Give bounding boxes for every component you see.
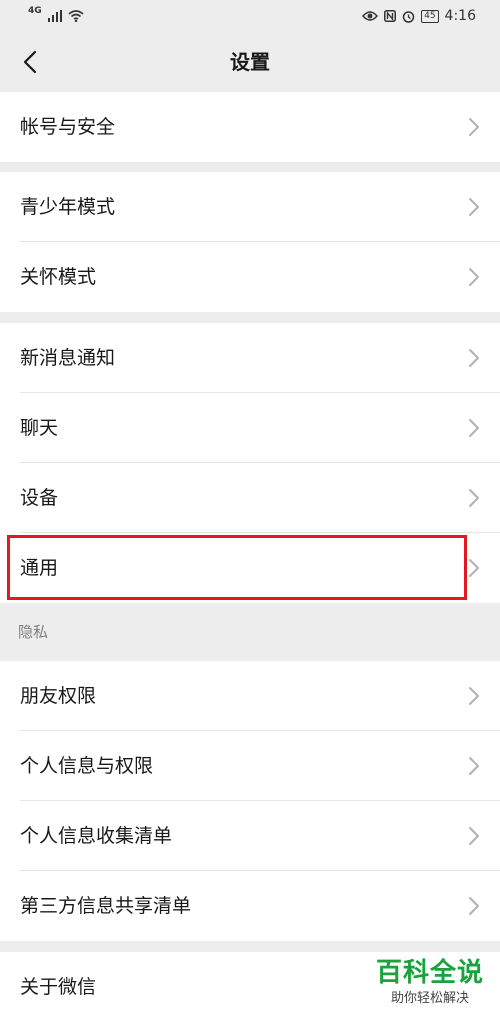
battery-icon: 45: [421, 9, 439, 23]
watermark-title: 百科全说: [375, 958, 484, 988]
nfc-icon: [384, 10, 397, 22]
chevron-right-icon: [469, 827, 479, 845]
wifi-icon: [68, 10, 84, 22]
chevron-right-icon: [469, 757, 479, 775]
status-time: 4:16: [444, 8, 476, 24]
section-header-privacy: 隐私: [0, 603, 500, 661]
settings-item-devices[interactable]: 设备: [0, 463, 500, 533]
status-left: 4G: [28, 6, 84, 26]
chevron-right-icon: [469, 687, 479, 705]
status-right: 45 4:16: [362, 6, 476, 26]
settings-item-chat[interactable]: 聊天: [0, 393, 500, 463]
status-bar: 4G 45 4:16: [0, 0, 500, 32]
chevron-right-icon: [469, 198, 479, 216]
item-label: 聊天: [20, 417, 59, 439]
chevron-right-icon: [469, 897, 479, 915]
item-label: 个人信息收集清单: [20, 825, 173, 847]
settings-item-general[interactable]: 通用: [0, 533, 500, 603]
item-label: 新消息通知: [20, 347, 116, 369]
item-label: 青少年模式: [20, 196, 116, 218]
item-label: 个人信息与权限: [20, 755, 154, 777]
nav-bar: 设置: [0, 32, 500, 92]
settings-item-friend-permissions[interactable]: 朋友权限: [0, 661, 500, 731]
item-label: 关于微信: [20, 976, 97, 998]
watermark: 百科全说 助你轻松解决: [374, 958, 486, 1008]
settings-item-teen-mode[interactable]: 青少年模式: [0, 172, 500, 242]
chevron-right-icon: [469, 118, 479, 136]
page-title: 设置: [230, 50, 270, 74]
settings-item-personal-info-permissions[interactable]: 个人信息与权限: [0, 731, 500, 801]
back-button[interactable]: [12, 44, 48, 80]
settings-item-third-party-list[interactable]: 第三方信息共享清单: [0, 871, 500, 941]
settings-item-care-mode[interactable]: 关怀模式: [0, 242, 500, 312]
network-type: 4G: [28, 6, 42, 16]
settings-item-notifications[interactable]: 新消息通知: [0, 323, 500, 393]
item-label: 第三方信息共享清单: [20, 895, 192, 917]
chevron-right-icon: [469, 559, 479, 577]
item-label: 关怀模式: [20, 266, 97, 288]
chevron-right-icon: [469, 349, 479, 367]
chevron-right-icon: [469, 489, 479, 507]
item-label: 通用: [20, 557, 59, 579]
item-label: 设备: [20, 487, 59, 509]
watermark-subtitle: 助你轻松解决: [390, 991, 469, 1006]
item-label: 朋友权限: [20, 685, 97, 707]
item-label: 帐号与安全: [20, 116, 116, 138]
settings-item-personal-info-list[interactable]: 个人信息收集清单: [0, 801, 500, 871]
chevron-left-icon: [23, 50, 37, 74]
section-header-label: 隐私: [18, 623, 49, 641]
settings-item-account-security[interactable]: 帐号与安全: [0, 92, 500, 162]
alarm-icon: [402, 10, 415, 23]
eye-icon: [362, 11, 379, 21]
chevron-right-icon: [469, 419, 479, 437]
signal-icon: [47, 10, 62, 22]
chevron-right-icon: [469, 268, 479, 286]
